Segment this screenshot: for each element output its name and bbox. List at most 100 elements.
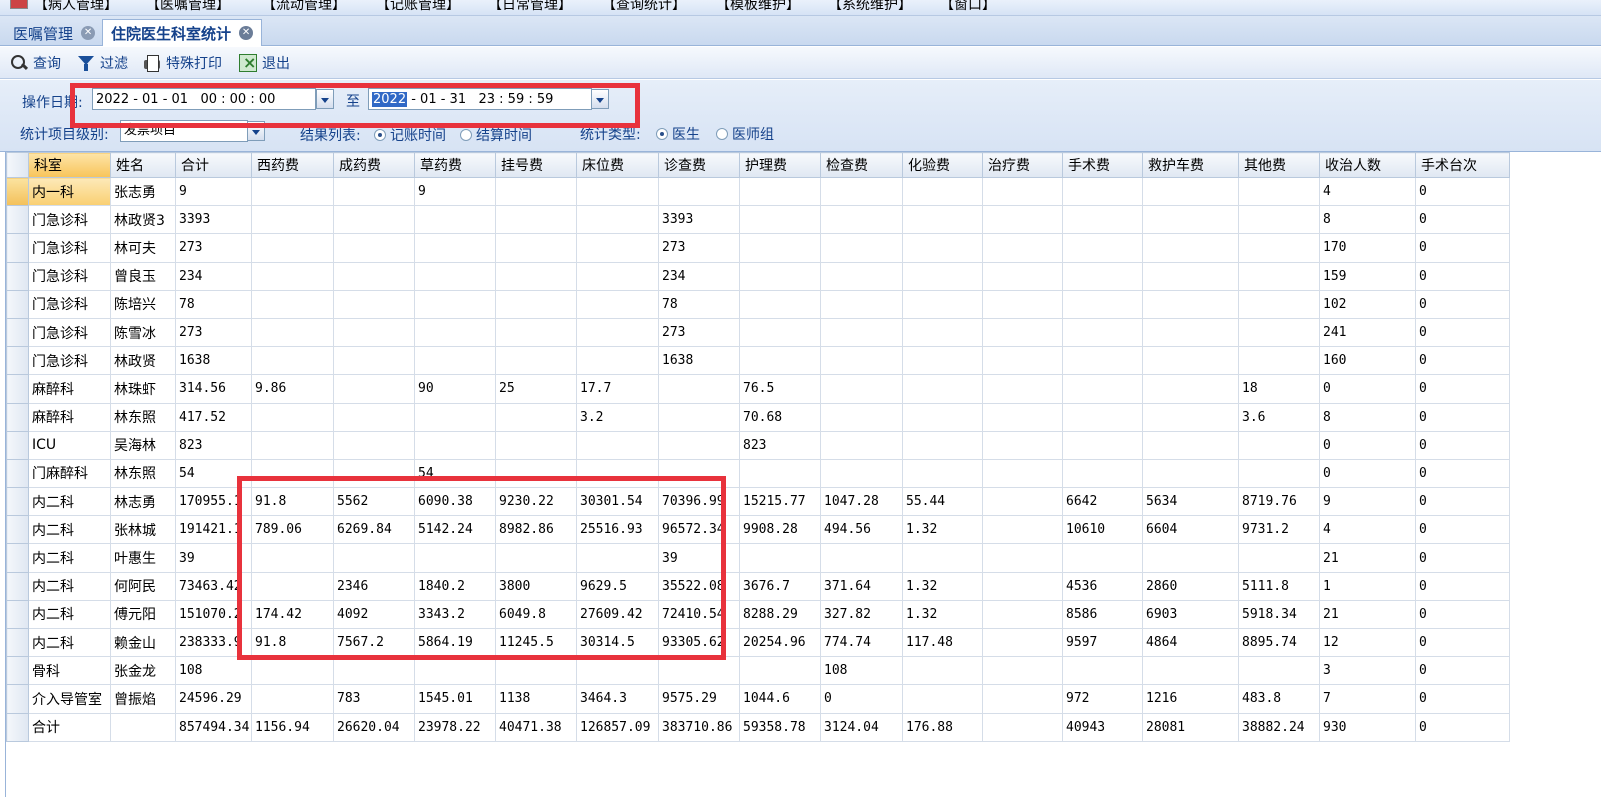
table-cell[interactable] [333, 543, 415, 573]
table-cell[interactable]: 0 [1415, 712, 1510, 742]
table-cell[interactable] [495, 261, 577, 291]
table-cell[interactable] [1062, 289, 1143, 319]
menu-daily[interactable]: 【日常管理】 [488, 0, 572, 14]
table-cell[interactable]: 1 [1319, 571, 1416, 601]
radio-settlement-time[interactable]: 结算时间 [460, 125, 532, 145]
table-cell[interactable]: 857494.34 [175, 712, 252, 742]
radio-billing-time[interactable]: 记账时间 [374, 125, 446, 145]
table-cell[interactable]: 126857.09 [576, 712, 659, 742]
table-cell[interactable] [820, 176, 903, 207]
table-cell[interactable] [902, 176, 983, 207]
table-cell[interactable]: 27609.42 [576, 599, 659, 630]
column-header[interactable]: 诊查费 [658, 152, 740, 178]
table-row[interactable]: 门急诊科 林政贤3 3393 3393 8 0 [6, 205, 1510, 235]
table-cell[interactable] [333, 176, 415, 207]
table-cell[interactable]: 30314.5 [576, 627, 659, 658]
table-cell[interactable]: 91.8 [251, 487, 334, 517]
table-cell[interactable] [982, 515, 1063, 545]
table-cell[interactable]: 494.56 [820, 515, 903, 545]
table-cell[interactable] [1142, 317, 1239, 348]
table-cell[interactable] [739, 205, 821, 235]
table-cell[interactable]: 4 [1319, 176, 1416, 207]
menu-query-stats[interactable]: 【查询统计】 [602, 0, 686, 14]
table-row[interactable]: 内二科 何阿民 73463.42 2346 1840.2 3800 9629.5 35522.… [6, 571, 1510, 601]
table-cell[interactable]: 40471.38 [495, 712, 577, 742]
table-cell[interactable]: 170955.1 [175, 487, 252, 517]
table-cell[interactable]: 林志勇 [110, 487, 176, 517]
table-cell[interactable] [1238, 261, 1320, 291]
table-cell[interactable] [1142, 543, 1239, 573]
table-cell[interactable]: 234 [658, 261, 740, 291]
column-header[interactable]: 化验费 [902, 152, 983, 178]
column-header[interactable]: 姓名 [110, 152, 176, 178]
table-row[interactable]: 门急诊科 陈雪冰 273 273 241 0 [6, 317, 1510, 348]
table-cell[interactable]: 18 [1238, 374, 1320, 404]
table-cell[interactable]: 叶惠生 [110, 543, 176, 573]
column-header[interactable]: 西药费 [251, 152, 334, 178]
table-cell[interactable]: 内二科 [28, 599, 111, 630]
table-cell[interactable] [414, 233, 496, 263]
table-cell[interactable]: 783 [333, 684, 415, 714]
table-cell[interactable] [739, 317, 821, 348]
table-row[interactable]: 麻醉科 林东照 417.52 3.2 70.68 3.6 8 0 [6, 402, 1510, 432]
table-cell[interactable] [658, 656, 740, 686]
table-cell[interactable]: 9731.2 [1238, 515, 1320, 545]
table-row[interactable]: 麻醉科 林珠虾 314.56 9.86 90 25 17.7 76.5 18 0 0 [6, 374, 1510, 404]
table-cell[interactable] [495, 289, 577, 319]
row-header[interactable] [6, 656, 29, 686]
tab-dept-stats[interactable]: 住院医生科室统计 ✕ [102, 19, 263, 46]
table-cell[interactable] [902, 458, 983, 489]
table-cell[interactable] [982, 684, 1063, 714]
table-cell[interactable]: 1.32 [902, 515, 983, 545]
table-cell[interactable] [1142, 261, 1239, 291]
table-cell[interactable] [333, 289, 415, 319]
row-header[interactable] [6, 374, 29, 404]
table-cell[interactable] [414, 261, 496, 291]
table-cell[interactable] [333, 458, 415, 489]
table-cell[interactable] [251, 402, 334, 432]
table-cell[interactable] [902, 543, 983, 573]
table-cell[interactable] [1062, 317, 1143, 348]
table-cell[interactable]: 59358.78 [739, 712, 821, 742]
table-cell[interactable]: 1840.2 [414, 571, 496, 601]
table-cell[interactable] [902, 261, 983, 291]
table-row[interactable]: 介入导管室 曾振焰 24596.29 783 1545.01 1138 3464.3 9575… [6, 684, 1510, 714]
table-cell[interactable]: 7 [1319, 684, 1416, 714]
table-cell[interactable]: 5918.34 [1238, 599, 1320, 630]
table-cell[interactable]: 21 [1319, 599, 1416, 630]
table-cell[interactable]: 介入导管室 [28, 684, 111, 714]
table-cell[interactable]: 8288.29 [739, 599, 821, 630]
table-cell[interactable]: 930 [1319, 712, 1416, 742]
table-cell[interactable]: 91.8 [251, 627, 334, 658]
table-cell[interactable]: 傅元阳 [110, 599, 176, 630]
column-header[interactable]: 手术台次 [1415, 152, 1510, 178]
table-cell[interactable]: 483.8 [1238, 684, 1320, 714]
table-cell[interactable]: 0 [1415, 627, 1510, 658]
table-cell[interactable] [982, 289, 1063, 319]
table-cell[interactable]: 1044.6 [739, 684, 821, 714]
table-cell[interactable]: 3124.04 [820, 712, 903, 742]
table-cell[interactable]: 8586 [1062, 599, 1143, 630]
table-cell[interactable] [414, 543, 496, 573]
table-cell[interactable] [251, 430, 334, 460]
table-cell[interactable]: 0 [1415, 205, 1510, 235]
table-cell[interactable]: 238333.9 [175, 627, 252, 658]
end-date-input[interactable]: 2022 - 01 - 31 23 : 59 : 59 [368, 88, 592, 110]
table-cell[interactable] [1142, 176, 1239, 207]
table-cell[interactable] [495, 430, 577, 460]
table-cell[interactable] [576, 233, 659, 263]
end-date-dropdown-icon[interactable] [591, 89, 609, 109]
table-cell[interactable]: 0 [1415, 176, 1510, 207]
table-cell[interactable] [658, 402, 740, 432]
table-cell[interactable]: 林东照 [110, 458, 176, 489]
table-cell[interactable] [902, 317, 983, 348]
table-cell[interactable] [820, 543, 903, 573]
table-cell[interactable]: 1.32 [902, 571, 983, 601]
table-cell[interactable]: 972 [1062, 684, 1143, 714]
table-cell[interactable]: 麻醉科 [28, 402, 111, 432]
table-cell[interactable] [658, 458, 740, 489]
table-cell[interactable]: 38882.24 [1238, 712, 1320, 742]
table-cell[interactable] [1238, 430, 1320, 460]
table-cell[interactable]: 0 [1415, 515, 1510, 545]
table-cell[interactable]: 0 [1415, 543, 1510, 573]
